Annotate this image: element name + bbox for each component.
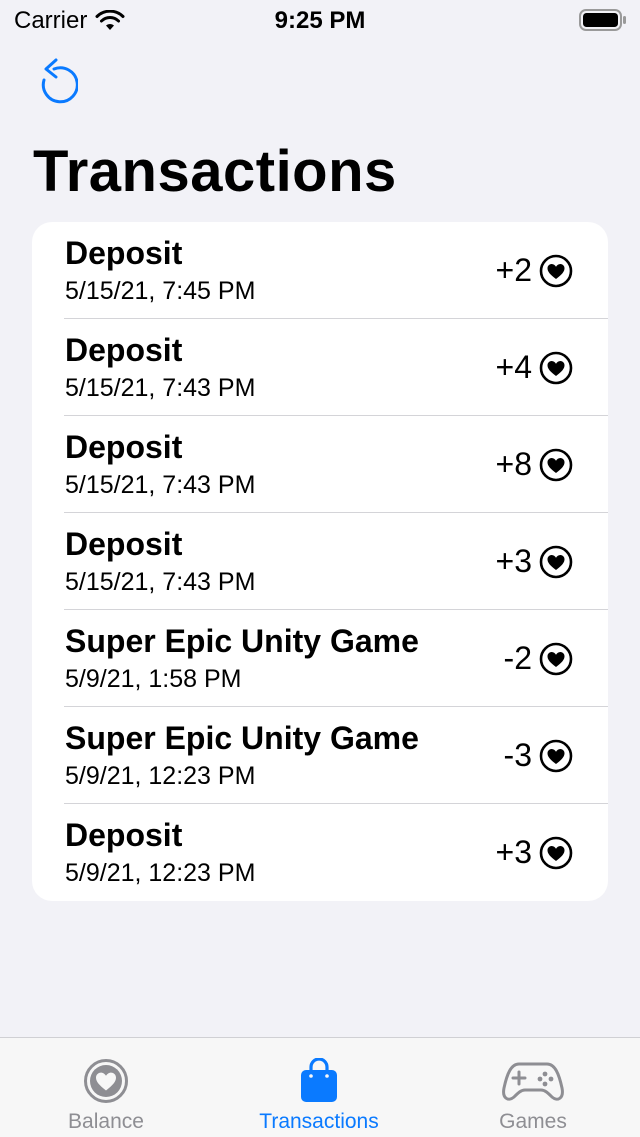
transaction-date: 5/15/21, 7:43 PM [65, 471, 256, 499]
tab-label: Balance [68, 1110, 144, 1133]
gamecontroller-icon [502, 1062, 564, 1101]
tab-balance[interactable]: Balance [0, 1038, 212, 1137]
tab-bar: Balance Transactions Games [0, 1037, 640, 1137]
transactions-list: Deposit 5/15/21, 7:45 PM +2 Deposit 5/15… [32, 222, 608, 901]
heart-circle-icon [539, 448, 573, 482]
transaction-date: 5/15/21, 7:43 PM [65, 374, 256, 402]
transaction-title: Deposit [65, 526, 183, 562]
transaction-amount: +4 [495, 349, 532, 385]
heart-circle-icon [539, 254, 573, 288]
transaction-title: Deposit [65, 235, 183, 271]
transaction-amount: +3 [495, 543, 532, 579]
status-time: 9:25 PM [274, 7, 366, 34]
refresh-icon [41, 58, 79, 104]
transaction-amount: -2 [503, 640, 532, 676]
tab-games[interactable]: Games [426, 1038, 640, 1137]
shopping-bag-icon [301, 1058, 337, 1102]
tab-label: Transactions [259, 1110, 379, 1133]
heart-circle-icon [539, 642, 573, 676]
transaction-row[interactable]: Deposit 5/15/21, 7:43 PM +8 [64, 416, 608, 513]
transaction-row[interactable]: Deposit 5/15/21, 7:43 PM +3 [64, 513, 608, 610]
transaction-row[interactable]: Deposit 5/15/21, 7:43 PM +4 [64, 319, 608, 416]
transaction-row[interactable]: Deposit 5/9/21, 12:23 PM +3 [64, 804, 608, 901]
heart-circle-icon [84, 1059, 128, 1103]
transaction-amount: -3 [503, 737, 532, 773]
transaction-date: 5/9/21, 12:23 PM [65, 859, 256, 887]
transaction-amount: +3 [495, 834, 532, 870]
transaction-date: 5/9/21, 12:23 PM [65, 762, 256, 790]
heart-circle-icon [539, 739, 573, 773]
transaction-title: Deposit [65, 332, 183, 368]
status-bar: Carrier 9:25 PM [0, 0, 640, 40]
transaction-title: Deposit [65, 817, 183, 853]
transaction-date: 5/15/21, 7:43 PM [65, 568, 256, 596]
transaction-row[interactable]: Deposit 5/15/21, 7:45 PM +2 [64, 222, 608, 319]
tab-transactions[interactable]: Transactions [212, 1038, 426, 1137]
transaction-date: 5/9/21, 1:58 PM [65, 665, 242, 693]
transaction-row[interactable]: Super Epic Unity Game 5/9/21, 12:23 PM -… [64, 707, 608, 804]
heart-circle-icon [539, 351, 573, 385]
transaction-title: Super Epic Unity Game [65, 720, 419, 756]
transaction-amount: +8 [495, 446, 532, 482]
transaction-title: Super Epic Unity Game [65, 623, 419, 659]
refresh-button[interactable] [30, 56, 79, 108]
battery-icon [579, 9, 626, 31]
transaction-row[interactable]: Super Epic Unity Game 5/9/21, 1:58 PM -2 [64, 610, 608, 707]
transaction-date: 5/15/21, 7:45 PM [65, 277, 256, 305]
heart-circle-icon [539, 545, 573, 579]
transaction-amount: +2 [495, 252, 532, 288]
heart-circle-icon [539, 836, 573, 870]
tab-label: Games [499, 1110, 567, 1133]
page-title: Transactions [33, 139, 397, 204]
transaction-title: Deposit [65, 429, 183, 465]
